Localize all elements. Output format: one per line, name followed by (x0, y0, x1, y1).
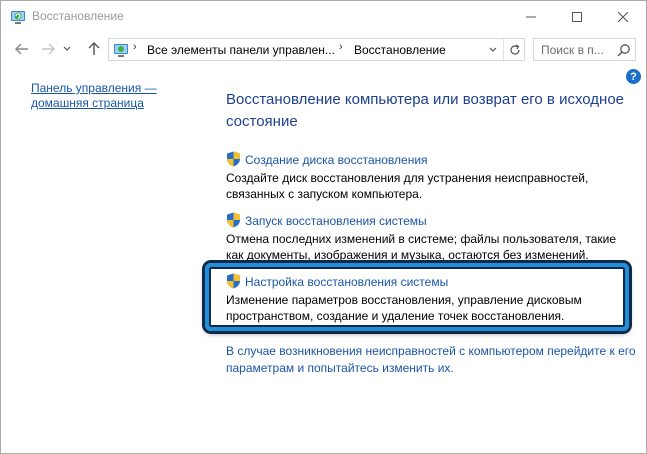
maximize-button[interactable] (554, 1, 600, 32)
breadcrumb-separator[interactable]: › (133, 41, 137, 53)
help-icon[interactable]: ? (626, 69, 641, 84)
task-create-recovery-drive: Создание диска восстановления Создайте д… (226, 151, 626, 202)
reset-pc-settings-link[interactable]: В случае возникновения неисправностей с … (226, 343, 646, 377)
shield-icon (227, 273, 240, 289)
back-button[interactable] (11, 38, 33, 60)
control-panel-home-link[interactable]: Панель управления — домашняя страница (31, 81, 181, 111)
breadcrumb-recovery[interactable]: Восстановление (354, 43, 446, 57)
breadcrumb-all-items[interactable]: Все элементы панели управлен... (147, 43, 335, 57)
search-box[interactable] (533, 38, 636, 61)
page-title: Восстановление компьютера или возврат ег… (226, 91, 625, 130)
recovery-window: Восстановление › Все элементы панели упр… (0, 0, 647, 454)
chevron-down-icon (63, 46, 71, 51)
minimize-button[interactable] (508, 1, 554, 32)
maximize-icon (572, 11, 582, 22)
search-icon[interactable] (617, 43, 631, 57)
address-bar[interactable]: › Все элементы панели управлен... › Восс… (108, 38, 525, 61)
task-open-system-restore: Запуск восстановления системы Отмена пос… (226, 212, 626, 263)
task-description: Отмена последних изменений в системе; фа… (226, 232, 617, 262)
recent-locations-button[interactable] (61, 38, 73, 60)
create-recovery-drive-link[interactable]: Создание диска восстановления (245, 153, 428, 167)
arrow-right-icon (42, 43, 55, 55)
task-description: Создайте диск восстановления для устране… (226, 171, 589, 201)
configure-system-restore-link[interactable]: Настройка восстановления системы (245, 275, 448, 289)
refresh-button[interactable] (503, 39, 525, 60)
close-icon (618, 11, 628, 22)
shield-icon (227, 212, 240, 228)
arrow-up-icon (88, 42, 100, 55)
chevron-down-icon (489, 47, 496, 52)
shield-icon (227, 151, 240, 167)
window-title: Восстановление (32, 9, 124, 23)
forward-button[interactable] (37, 38, 59, 60)
control-panel-icon (114, 44, 128, 57)
up-button[interactable] (83, 38, 105, 60)
recovery-icon (11, 11, 25, 24)
arrow-left-icon (15, 43, 28, 55)
minimize-icon (526, 16, 536, 17)
breadcrumb-separator[interactable]: › (339, 41, 343, 53)
search-input[interactable] (534, 39, 614, 60)
navigation-bar: › Все элементы панели управлен... › Восс… (1, 32, 646, 66)
refresh-icon (509, 43, 520, 55)
address-dropdown-button[interactable] (482, 39, 502, 60)
close-button[interactable] (600, 1, 646, 32)
title-bar: Восстановление (1, 1, 646, 32)
open-system-restore-link[interactable]: Запуск восстановления системы (245, 214, 427, 228)
task-description: Изменение параметров восстановления, упр… (226, 293, 582, 323)
task-configure-system-restore: Настройка восстановления системы Изменен… (226, 273, 626, 324)
